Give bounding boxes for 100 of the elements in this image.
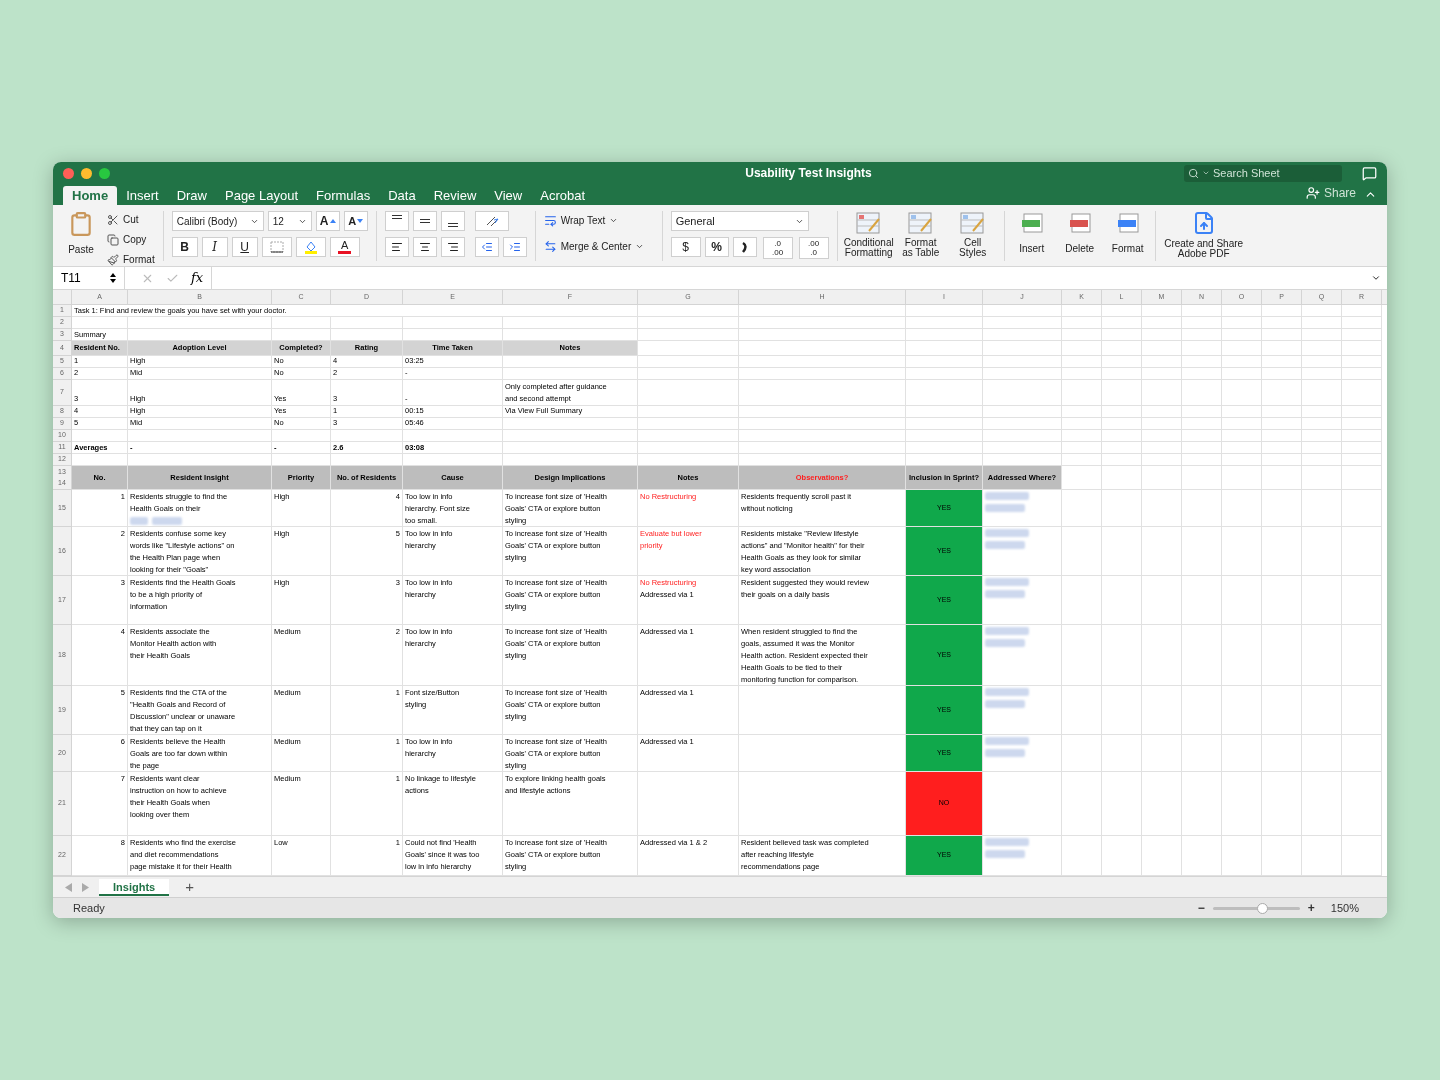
empty-cell (1182, 418, 1222, 430)
empty-cell (1062, 380, 1102, 406)
empty-cell (1302, 527, 1342, 576)
indent-icon (508, 241, 521, 253)
zoom-out-button[interactable]: − (1197, 899, 1205, 917)
empty-cell (1062, 454, 1102, 466)
empty-cell (1102, 356, 1142, 368)
wrap-text-button[interactable]: Wrap Text (543, 211, 654, 229)
italic-button[interactable]: I (201, 237, 228, 257)
empty-cell (1182, 686, 1222, 735)
function-button[interactable]: fx (191, 268, 204, 288)
previous-sheet-button[interactable] (65, 882, 72, 892)
empty-cell (1182, 368, 1222, 380)
empty-cell (1062, 317, 1102, 329)
fill-color-button[interactable] (295, 237, 326, 257)
ribbon-tab[interactable]: Acrobat (531, 186, 595, 205)
empty-cell (1342, 430, 1382, 442)
empty-cell (1262, 466, 1302, 490)
style-button[interactable]: Cell Styles (949, 211, 996, 258)
empty-cell (1142, 341, 1182, 356)
style-button[interactable]: Conditional Formatting (845, 211, 892, 258)
empty-cell (1182, 454, 1222, 466)
align-button[interactable] (440, 237, 465, 257)
vertical-align-button[interactable] (384, 211, 409, 231)
empty-cell (1102, 305, 1142, 317)
ribbon-tab[interactable]: Insert (117, 186, 168, 205)
name-box[interactable]: T11 (53, 267, 125, 289)
empty-cell (1222, 735, 1262, 772)
empty-cell (1302, 430, 1342, 442)
empty-cell (1222, 317, 1262, 329)
cells-button[interactable]: Insert (1012, 211, 1051, 256)
empty-cell (1222, 380, 1262, 406)
sheet-tab[interactable]: Insights (99, 878, 170, 896)
clipboard-button[interactable]: Copy (107, 231, 155, 248)
zoom-window-button[interactable] (99, 167, 110, 179)
adobe-pdf-button[interactable]: Create and Share Adobe PDF (1163, 211, 1244, 259)
vertical-align-button[interactable] (412, 211, 437, 231)
empty-cell (272, 430, 331, 442)
clipboard-button[interactable]: Format (107, 251, 155, 268)
orientation-button[interactable] (474, 211, 509, 231)
empty-cell (1262, 625, 1302, 686)
percent-button[interactable]: % (704, 237, 729, 257)
empty-cell (1262, 442, 1302, 454)
ribbon-tab[interactable]: View (485, 186, 532, 205)
redacted-text (985, 590, 1025, 598)
comma-style-button[interactable] (732, 237, 757, 257)
empty-cell (1262, 772, 1302, 836)
ribbon-tab[interactable]: Draw (167, 186, 216, 205)
empty-cell (1102, 527, 1142, 576)
vertical-align-button[interactable] (440, 211, 465, 231)
ribbon-tab[interactable]: Page Layout (216, 186, 307, 205)
close-window-button[interactable] (63, 167, 74, 179)
decimal-button[interactable]: .00 .0 (798, 237, 829, 259)
merge-button[interactable]: Merge & Center (543, 237, 654, 255)
slider-thumb[interactable] (1256, 902, 1268, 914)
ribbon-tab[interactable]: Formulas (307, 186, 380, 205)
grow-font-button[interactable]: A (315, 211, 340, 231)
empty-cell (1182, 356, 1222, 368)
comments-icon (1362, 165, 1377, 181)
increase-indent-button[interactable] (502, 237, 527, 257)
empty-cell (1102, 454, 1142, 466)
empty-cell (1142, 490, 1182, 527)
cells-button[interactable]: Delete (1060, 211, 1099, 256)
zoom-in-button[interactable]: + (1307, 899, 1315, 917)
align-button[interactable] (384, 237, 409, 257)
empty-cell (1262, 305, 1302, 317)
clipboard-button[interactable]: Cut (107, 211, 155, 228)
font-name-field[interactable]: Calibri (Body) (171, 211, 264, 231)
empty-cell (331, 430, 403, 442)
minimize-window-button[interactable] (81, 167, 92, 179)
add-sheet-button[interactable]: + (179, 875, 200, 899)
empty-cell (1102, 430, 1142, 442)
style-button[interactable]: Format as Table (897, 211, 944, 258)
ribbon-tab[interactable]: Data (379, 186, 425, 205)
ribbon-tab[interactable]: Review (424, 186, 486, 205)
empty-cell (1222, 686, 1262, 735)
borders-button[interactable] (261, 237, 292, 257)
underline-button[interactable]: U (231, 237, 258, 257)
font-color-button[interactable]: A (329, 237, 360, 257)
empty-cell (1062, 356, 1102, 368)
shrink-font-button[interactable]: A (343, 211, 368, 231)
empty-cell (1342, 466, 1382, 490)
align-button[interactable] (412, 237, 437, 257)
currency-button[interactable]: $ (670, 237, 701, 257)
bold-button[interactable]: B (171, 237, 198, 257)
empty-cell (1142, 576, 1182, 625)
search-field[interactable]: Search Sheet (1184, 164, 1342, 182)
decimal-button[interactable]: .0 .00 (762, 237, 793, 259)
cells-button[interactable]: Format (1108, 211, 1147, 256)
empty-cell (1182, 341, 1222, 356)
table-style-icon (854, 211, 883, 235)
decrease-indent-button[interactable] (474, 237, 499, 257)
redacted-text (985, 639, 1025, 647)
font-size-field[interactable]: 12 (267, 211, 312, 231)
number-format-field[interactable]: General (670, 211, 809, 231)
paste-button[interactable]: Paste (61, 211, 101, 268)
share-button[interactable]: Share (1305, 184, 1356, 202)
next-sheet-button[interactable] (82, 882, 89, 892)
ribbon-tab[interactable]: Home (63, 186, 118, 205)
align-icon (446, 241, 459, 253)
